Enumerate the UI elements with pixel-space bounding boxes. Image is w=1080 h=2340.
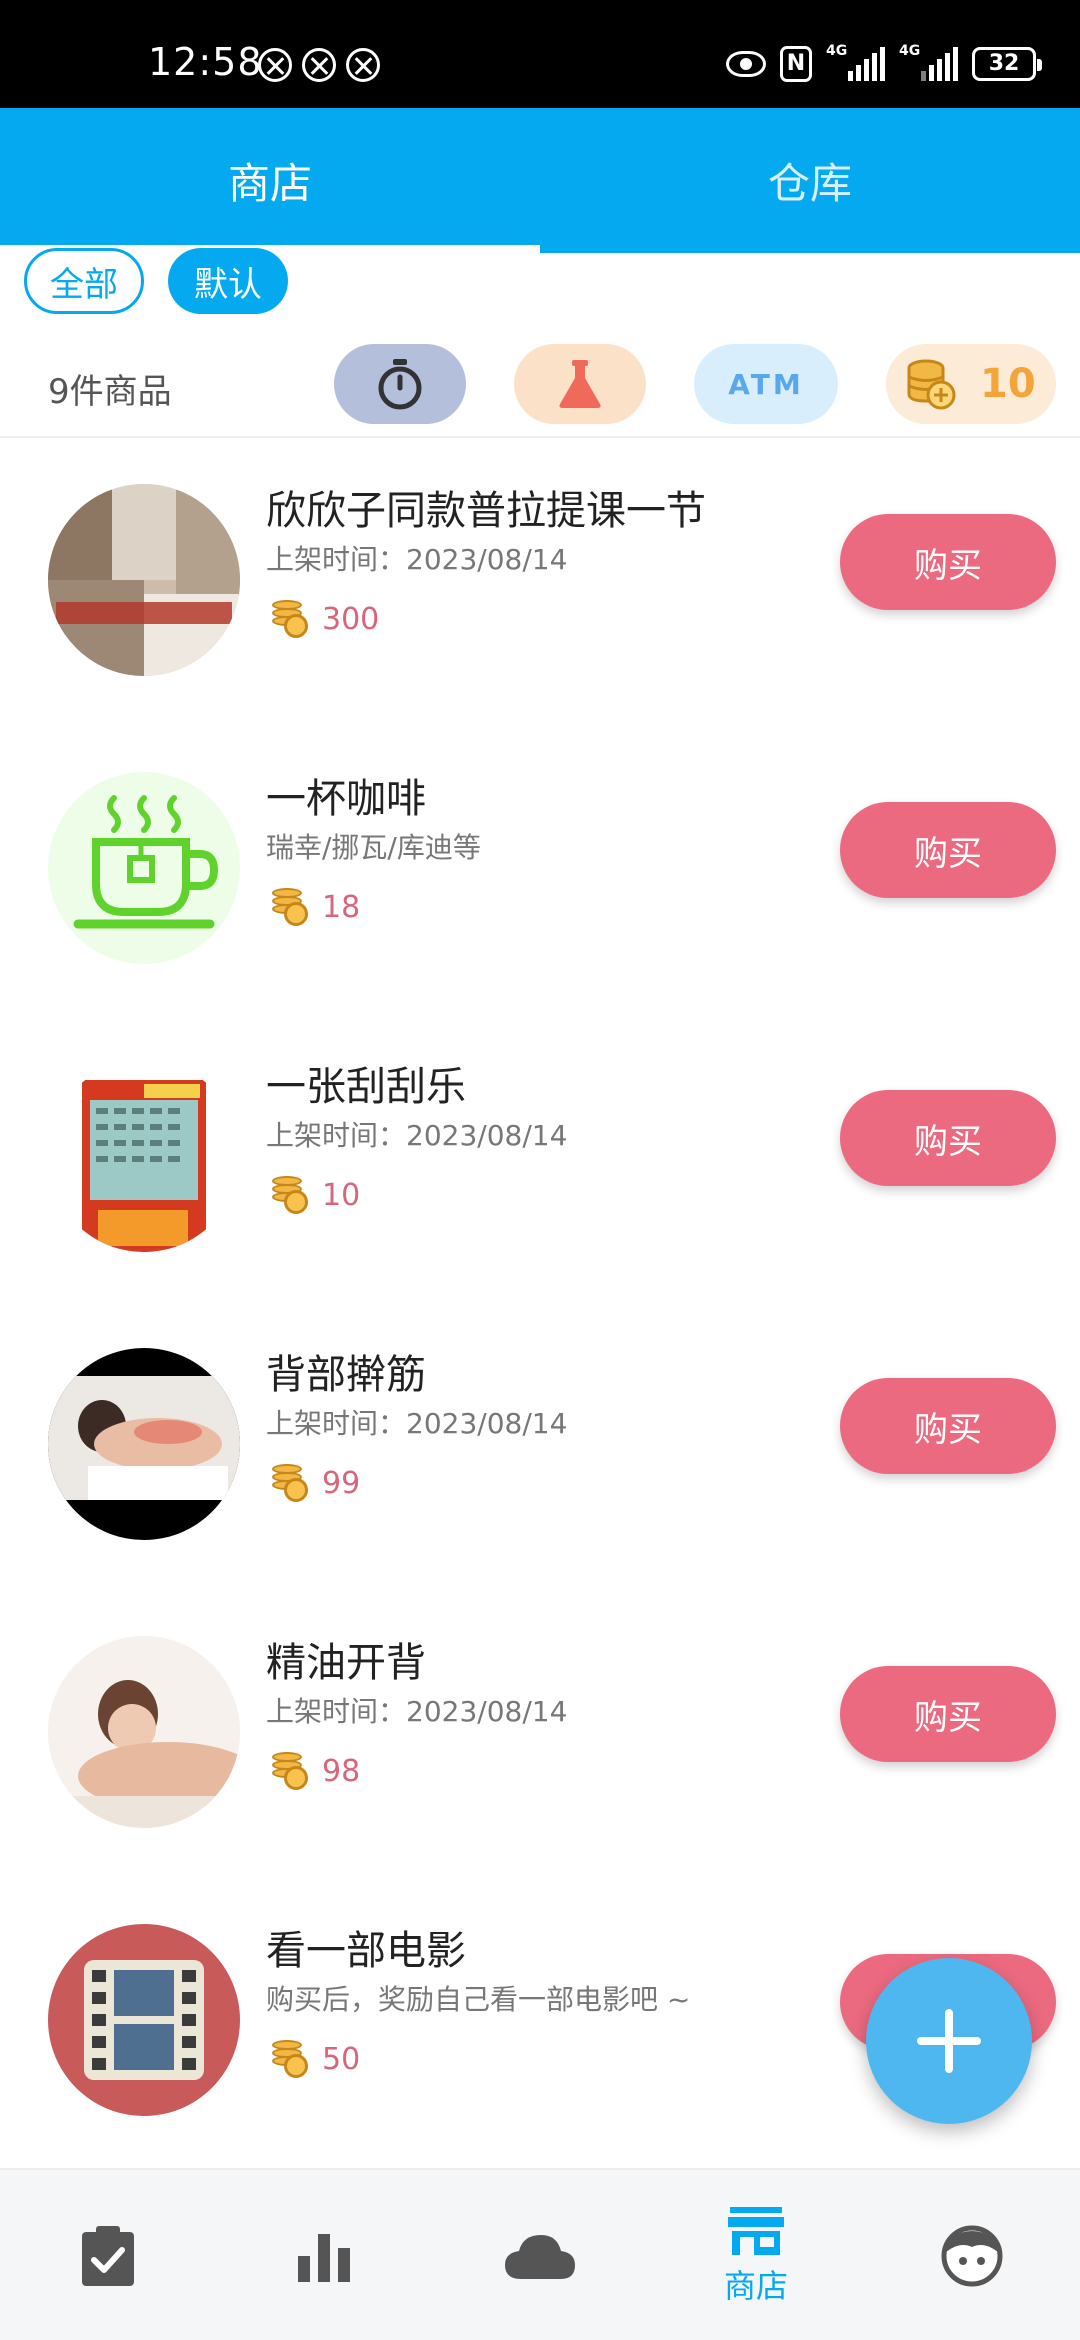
filter-chip-default[interactable]: 默认	[168, 248, 288, 314]
coin-balance-button[interactable]: 10	[886, 344, 1056, 424]
bar-chart-icon	[298, 2234, 350, 2282]
nfc-icon: N	[780, 46, 812, 82]
status-time: 12:58	[148, 40, 263, 84]
coin-icon	[272, 888, 308, 926]
buy-button[interactable]: 购买	[840, 1090, 1056, 1186]
signal-icon: 4G	[826, 43, 885, 81]
buy-button[interactable]: 购买	[840, 514, 1056, 610]
product-price: 18	[272, 888, 360, 926]
product-name: 欣欣子同款普拉提课一节	[266, 488, 706, 534]
product-image-oil-massage	[48, 1636, 240, 1828]
timer-filter-button[interactable]	[334, 344, 466, 424]
nav-stats[interactable]	[216, 2170, 432, 2340]
list-item: 一杯咖啡 瑞幸/挪瓦/库迪等 18 购买	[0, 754, 1080, 1042]
cloud-icon	[505, 2235, 575, 2279]
product-image-scratch-ticket	[48, 1060, 240, 1252]
add-product-button[interactable]	[866, 1958, 1032, 2124]
product-price: 10	[272, 1176, 360, 1214]
nav-label: 商店	[723, 2267, 788, 2305]
mute-icon	[346, 48, 380, 82]
coins-plus-icon	[907, 359, 956, 410]
nav-cloud[interactable]	[432, 2170, 648, 2340]
product-subtitle: 购买后，奖励自己看一部电影吧 ~	[266, 1983, 691, 2016]
item-count: 9件商品	[48, 372, 172, 412]
coin-icon	[272, 2040, 308, 2078]
top-tab-bar: 商店 仓库	[0, 108, 1080, 253]
list-item: 背部擀筋 上架时间：2023/08/14 99 购买	[0, 1330, 1080, 1618]
coin-icon	[272, 1464, 308, 1502]
product-subtitle: 上架时间：2023/08/14	[266, 1119, 568, 1152]
tab-store[interactable]: 商店	[0, 108, 540, 253]
battery-icon: 32	[972, 47, 1042, 81]
flask-filter-button[interactable]	[514, 344, 646, 424]
product-subtitle: 上架时间：2023/08/14	[266, 1695, 568, 1728]
film-icon	[84, 1960, 204, 2080]
list-item: 欣欣子同款普拉提课一节 上架时间：2023/08/14 300 购买	[0, 466, 1080, 754]
product-name: 一张刮刮乐	[266, 1064, 466, 1110]
product-price: 50	[272, 2040, 360, 2078]
filter-chip-all[interactable]: 全部	[24, 248, 144, 314]
bottom-nav: 商店	[0, 2168, 1080, 2340]
list-item: 精油开背 上架时间：2023/08/14 98 购买	[0, 1618, 1080, 1906]
product-subtitle: 瑞幸/挪瓦/库迪等	[266, 831, 481, 864]
buy-button[interactable]: 购买	[840, 1378, 1056, 1474]
status-bar: 12:58 N 4G 4G 32	[0, 0, 1080, 108]
plus-icon	[917, 2009, 981, 2073]
status-icons: N 4G 4G 32	[726, 43, 1042, 84]
product-name: 背部擀筋	[266, 1352, 426, 1398]
buy-button[interactable]: 购买	[840, 1666, 1056, 1762]
product-price: 300	[272, 600, 379, 638]
coin-icon	[272, 1752, 308, 1790]
mute-icon	[258, 48, 292, 82]
store-icon	[728, 2207, 784, 2255]
product-price: 98	[272, 1752, 360, 1790]
product-name: 精油开背	[266, 1640, 426, 1686]
buy-button[interactable]: 购买	[840, 802, 1056, 898]
product-subtitle: 上架时间：2023/08/14	[266, 1407, 568, 1440]
flask-icon	[559, 360, 601, 408]
eye-icon	[726, 51, 766, 77]
nav-profile[interactable]	[864, 2170, 1080, 2340]
atm-filter-button[interactable]: ATM	[694, 344, 838, 424]
coffee-cup-icon	[73, 795, 219, 929]
signal-icon: 4G	[899, 43, 958, 81]
product-subtitle: 上架时间：2023/08/14	[266, 543, 568, 576]
clipboard-check-icon	[82, 2226, 134, 2286]
atm-icon: ATM	[728, 367, 804, 401]
product-price: 99	[272, 1464, 360, 1502]
coin-icon	[272, 1176, 308, 1214]
product-image-pilates	[48, 484, 240, 676]
coin-icon	[272, 600, 308, 638]
list-item: 一张刮刮乐 上架时间：2023/08/14 10 购买	[0, 1042, 1080, 1330]
mute-icon	[302, 48, 336, 82]
nav-store[interactable]: 商店	[648, 2170, 864, 2340]
product-name: 一杯咖啡	[266, 776, 426, 822]
product-image-film	[48, 1924, 240, 2116]
tab-warehouse[interactable]: 仓库	[540, 108, 1080, 253]
coin-balance: 10	[980, 361, 1036, 407]
face-icon	[941, 2225, 1003, 2287]
nav-tasks[interactable]	[0, 2170, 216, 2340]
product-image-coffee	[48, 772, 240, 964]
stopwatch-icon	[378, 359, 422, 410]
product-name: 看一部电影	[266, 1928, 466, 1974]
divider	[0, 436, 1080, 438]
product-image-back-massage	[48, 1348, 240, 1540]
